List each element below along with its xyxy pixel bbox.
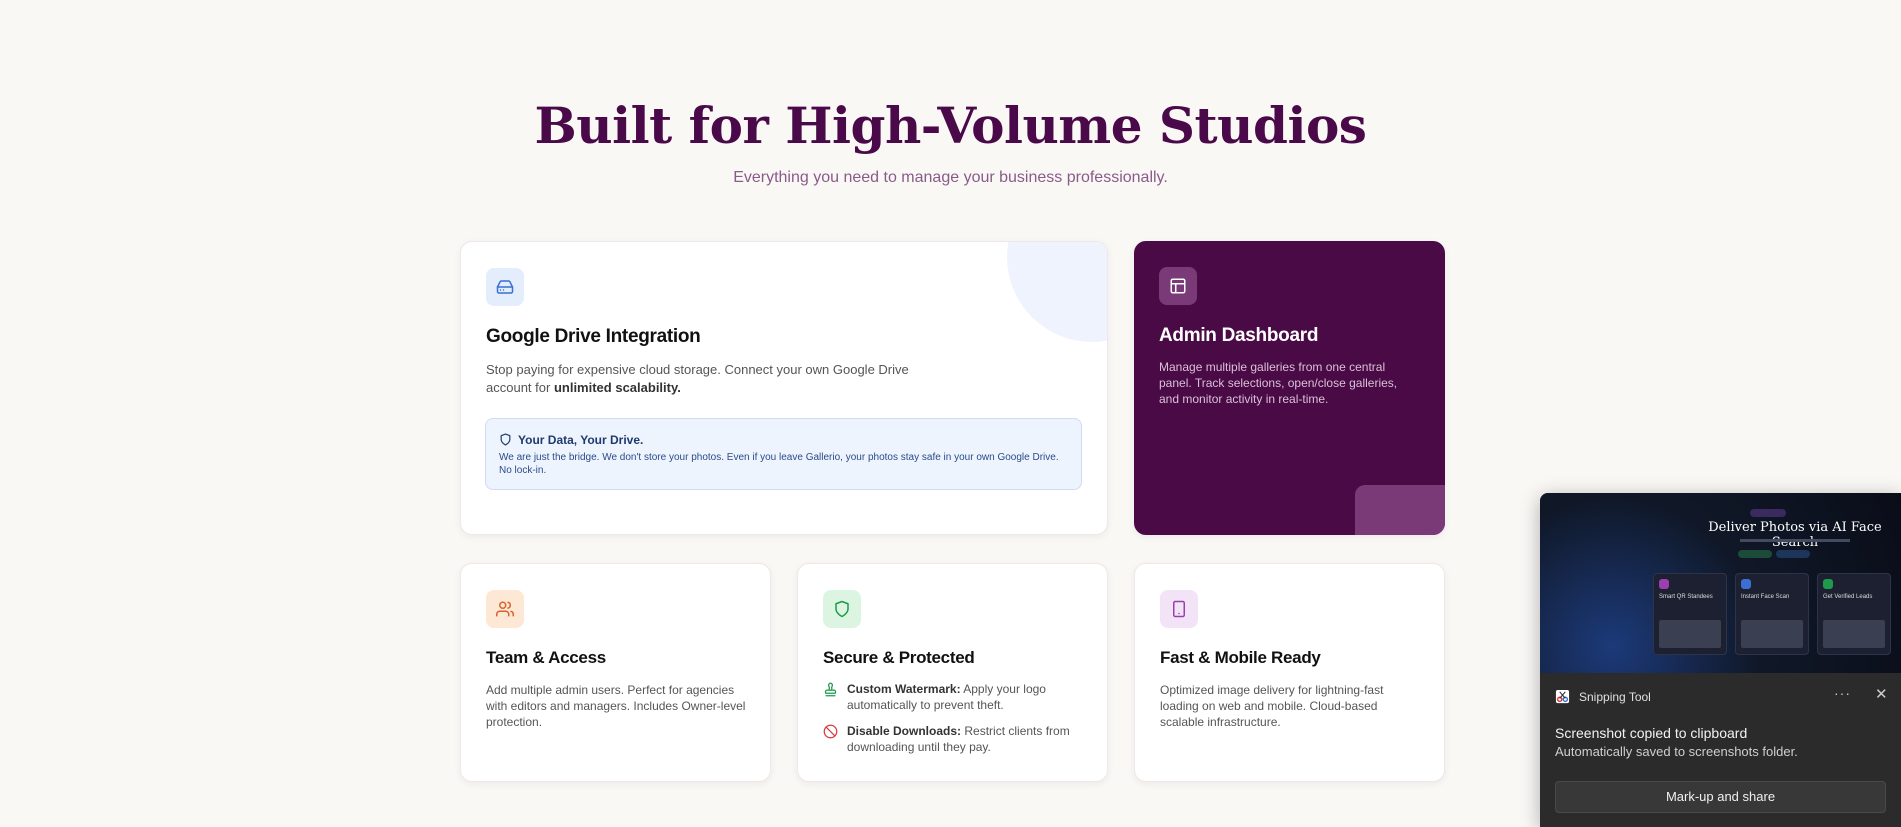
preview-badge <box>1750 509 1786 517</box>
shield-outline-icon <box>500 433 511 446</box>
preview-pill <box>1776 550 1810 558</box>
stamp-icon <box>824 682 837 697</box>
snipping-tool-icon <box>1555 689 1570 704</box>
screenshot-preview[interactable]: Deliver Photos via AI Face Search Smart … <box>1540 493 1901 673</box>
watermark-feature: Custom Watermark: Apply your logo automa… <box>823 681 1093 713</box>
disable-downloads-label: Disable Downloads: <box>847 724 962 738</box>
callout-text: We are just the bridge. We don't store y… <box>499 452 1059 476</box>
shield-icon <box>823 590 861 628</box>
section-title: Built for High-Volume Studios <box>534 96 1367 155</box>
preview-subtitle-line <box>1740 539 1850 542</box>
admin-card-title: Admin Dashboard <box>1159 325 1319 346</box>
secure-card-title: Secure & Protected <box>823 648 975 667</box>
layout-icon <box>1159 267 1197 305</box>
hard-drive-icon <box>486 268 524 306</box>
decorative-square <box>1355 485 1445 535</box>
watermark-feature-label: Custom Watermark: <box>847 682 961 696</box>
team-card-text: Add multiple admin users. Perfect for ag… <box>486 683 746 729</box>
preview-card: Smart QR Standees <box>1653 573 1727 655</box>
decorative-circle <box>1007 242 1107 342</box>
team-card-title: Team & Access <box>486 648 606 667</box>
data-ownership-callout: Your Data, Your Drive. We are just the b… <box>485 418 1082 490</box>
preview-title: Deliver Photos via AI Face Search <box>1708 520 1882 550</box>
secure-protected-card: Secure & Protected Custom Watermark: App… <box>797 563 1108 782</box>
drive-card-text: Stop paying for expensive cloud storage.… <box>486 362 909 395</box>
disable-downloads-feature: Disable Downloads: Restrict clients from… <box>823 723 1093 755</box>
preview-pill <box>1738 550 1772 558</box>
toast-detail: Automatically saved to screenshots folde… <box>1555 744 1798 759</box>
admin-card-text: Manage multiple galleries from one centr… <box>1159 360 1398 406</box>
mobile-ready-card: Fast & Mobile Ready Optimized image deli… <box>1134 563 1445 782</box>
preview-card: Instant Face Scan <box>1735 573 1809 655</box>
toast-message: Screenshot copied to clipboard <box>1555 725 1748 741</box>
team-access-card: Team & Access Add multiple admin users. … <box>460 563 771 782</box>
mobile-card-title: Fast & Mobile Ready <box>1160 648 1321 667</box>
section-subtitle: Everything you need to manage your busin… <box>733 169 1168 186</box>
admin-dashboard-card: Admin Dashboard Manage multiple gallerie… <box>1134 241 1445 535</box>
users-icon <box>486 590 524 628</box>
callout-title: Your Data, Your Drive. <box>518 433 644 447</box>
drive-card-title: Google Drive Integration <box>486 326 701 347</box>
mobile-card-text: Optimized image delivery for lightning-f… <box>1160 683 1384 729</box>
ban-icon <box>823 724 838 739</box>
drive-card-text-bold: unlimited scalability. <box>553 380 681 395</box>
more-options-icon[interactable]: ··· <box>1834 685 1851 701</box>
toast-app-name: Snipping Tool <box>1579 690 1651 704</box>
markup-and-share-button[interactable]: Mark-up and share <box>1555 781 1886 813</box>
preview-card: Get Verified Leads <box>1817 573 1891 655</box>
smartphone-icon <box>1160 590 1198 628</box>
close-icon[interactable]: ✕ <box>1875 685 1888 703</box>
snipping-tool-notification[interactable]: Deliver Photos via AI Face Search Smart … <box>1540 493 1901 827</box>
